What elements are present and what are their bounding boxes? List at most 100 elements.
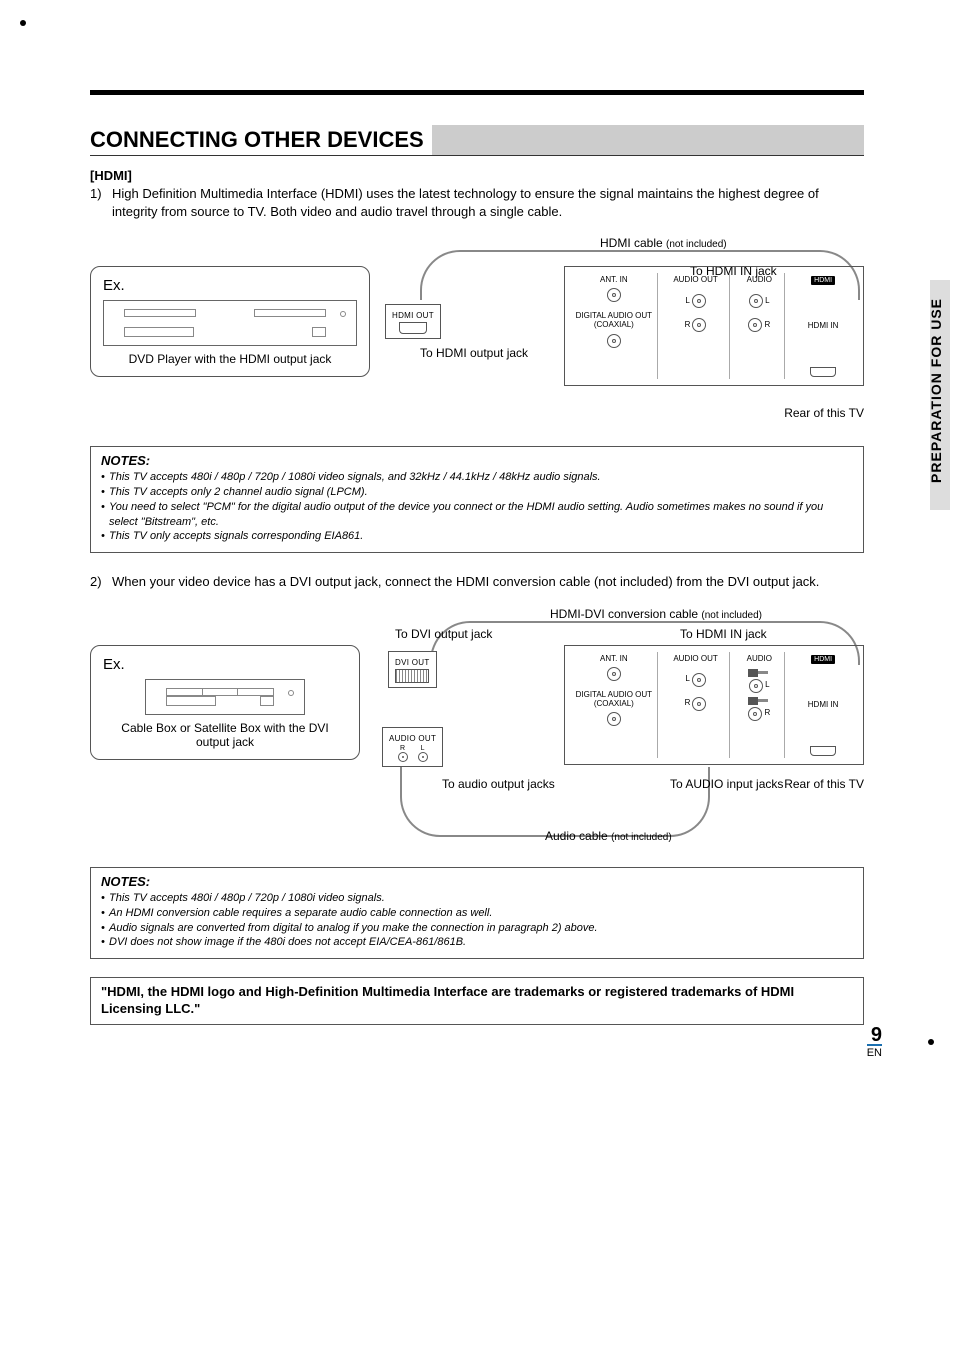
diagram-dvi: HDMI-DVI conversion cable (not included)… xyxy=(90,607,864,857)
audio-in-r-icon xyxy=(748,318,762,332)
to-hdmi-out-label: To HDMI output jack xyxy=(420,346,528,360)
dvi-out-port-label: DVI OUT xyxy=(395,658,430,667)
notes-heading-1: NOTES: xyxy=(101,453,853,468)
hdmi-cable-not-included: (not included) xyxy=(666,239,727,250)
audio-in-r-lbl: R xyxy=(764,320,770,329)
diagram-hdmi: HDMI cable (not included) To HDMI IN jac… xyxy=(90,236,864,436)
audio-out-label: AUDIO OUT xyxy=(673,275,717,284)
para1-text: High Definition Multimedia Interface (HD… xyxy=(112,185,864,220)
conv-cable-text: HDMI-DVI conversion cable xyxy=(550,607,698,621)
digital-audio-out-label: DIGITAL AUDIO OUT (COAXIAL) xyxy=(575,312,653,330)
cable-box-caption: Cable Box or Satellite Box with the DVI … xyxy=(103,721,347,749)
hdmi-heading: [HDMI] xyxy=(90,168,864,183)
side-tab: PREPARATION FOR USE xyxy=(926,290,946,491)
note-item: This TV accepts 480i / 480p / 720p / 108… xyxy=(101,891,853,906)
hdmi-out-port-icon xyxy=(399,322,427,334)
to-hdmi-in-label-2: To HDMI IN jack xyxy=(680,627,767,641)
conv-cable-label: HDMI-DVI conversion cable (not included) xyxy=(550,607,762,621)
ant-in-label: ANT. IN xyxy=(600,275,628,284)
audio-cable-text: Audio cable xyxy=(545,829,608,843)
crop-mark-tl xyxy=(20,20,26,26)
note-item: This TV accepts 480i / 480p / 720p / 108… xyxy=(101,470,853,485)
para2-text: When your video device has a DVI output … xyxy=(112,573,864,591)
audio-out-label-2: AUDIO OUT xyxy=(673,654,717,663)
hdmi-badge: HDMI xyxy=(811,276,835,285)
notes-box-2: NOTES: This TV accepts 480i / 480p / 720… xyxy=(90,867,864,959)
note-item: Audio signals are converted from digital… xyxy=(101,921,853,936)
section-title: CONNECTING OTHER DEVICES xyxy=(90,125,432,155)
ai-l-icon2 xyxy=(749,679,763,693)
audio-out-r-icon xyxy=(692,318,706,332)
to-audio-in-label: To AUDIO input jacks xyxy=(670,777,783,791)
audio-l-icon xyxy=(418,752,428,762)
ex-label-2: Ex. xyxy=(103,656,347,673)
dvd-player-box: Ex. DVD Player with the HDMI output jack xyxy=(90,266,370,377)
dvi-out-port-icon xyxy=(395,669,429,683)
section-title-bar: CONNECTING OTHER DEVICES xyxy=(90,125,864,156)
audio-out-l-icon xyxy=(692,294,706,308)
audio-in-l-icon xyxy=(749,294,763,308)
audio-plug-r-icon xyxy=(748,697,770,705)
conv-cable-not-included: (not included) xyxy=(701,610,762,621)
audio-out-l-lbl: L xyxy=(685,296,689,305)
rear-label-1: Rear of this TV xyxy=(784,406,864,420)
audio-cable-curve xyxy=(400,767,710,837)
note-item: An HDMI conversion cable requires a sepa… xyxy=(101,906,853,921)
note-item: This TV only accepts signals correspondi… xyxy=(101,529,853,544)
ai-l2: L xyxy=(765,680,769,689)
hdmi-cable-text: HDMI cable xyxy=(600,236,663,250)
audio-label: AUDIO xyxy=(747,275,772,284)
audio-plug-l-icon xyxy=(748,669,770,677)
audio-r-icon xyxy=(398,752,408,762)
ao-r2: R xyxy=(685,698,691,707)
hdmi-in-label-2: HDMI IN xyxy=(808,700,839,709)
to-dvi-out-label: To DVI output jack xyxy=(395,627,492,641)
hdmi-badge-2: HDMI xyxy=(811,655,835,664)
paragraph-1: 1) High Definition Multimedia Interface … xyxy=(90,185,864,220)
note-item: You need to select "PCM" for the digital… xyxy=(101,500,853,530)
audio-out-r-lbl: R xyxy=(685,320,691,329)
section-title-fill xyxy=(432,125,864,155)
audio-out-port-box: AUDIO OUT R L xyxy=(382,727,443,767)
notes-list-2: This TV accepts 480i / 480p / 720p / 108… xyxy=(101,891,853,950)
tv-rear-panel-1: ANT. IN DIGITAL AUDIO OUT (COAXIAL) AUDI… xyxy=(564,266,864,386)
ai-r2: R xyxy=(764,708,770,717)
audio-label-2: AUDIO xyxy=(747,654,772,663)
audio-in-l-lbl: L xyxy=(765,296,769,305)
hdmi-cable-label: HDMI cable (not included) xyxy=(600,236,727,250)
crop-mark-br xyxy=(928,1039,934,1045)
dvd-caption: DVD Player with the HDMI output jack xyxy=(103,352,357,366)
ao-l-icon2 xyxy=(692,673,706,687)
cable-box-wrap: Ex. Cable Box or Satellite Box with the … xyxy=(90,645,360,760)
lang-label: EN xyxy=(867,1044,882,1059)
ao-l2: L xyxy=(685,674,689,683)
ai-r-icon2 xyxy=(748,707,762,721)
notes-list-1: This TV accepts 480i / 480p / 720p / 108… xyxy=(101,470,853,544)
dvi-out-port-box: DVI OUT xyxy=(388,651,437,688)
hdmi-in-port-icon xyxy=(810,367,836,377)
dvd-player-icon xyxy=(103,300,357,346)
digital-audio-out-label-2: DIGITAL AUDIO OUT (COAXIAL) xyxy=(575,691,653,709)
cable-box-icon xyxy=(145,679,305,715)
audio-l-lbl: L xyxy=(418,745,428,752)
note-item: DVI does not show image if the 480i does… xyxy=(101,935,853,950)
digital-audio-icon xyxy=(607,334,621,348)
top-rule xyxy=(90,90,864,95)
ao-r-icon2 xyxy=(692,697,706,711)
hdmi-out-port-box: HDMI OUT xyxy=(385,304,441,339)
audio-cable-label: Audio cable (not included) xyxy=(545,829,672,843)
para1-num: 1) xyxy=(90,185,108,220)
audio-r-lbl: R xyxy=(398,745,408,752)
para2-num: 2) xyxy=(90,573,108,591)
note-item: This TV accepts only 2 channel audio sig… xyxy=(101,485,853,500)
ex-label-1: Ex. xyxy=(103,277,357,294)
paragraph-2: 2) When your video device has a DVI outp… xyxy=(90,573,864,591)
digital-audio-icon-2 xyxy=(607,712,621,726)
notes-box-1: NOTES: This TV accepts 480i / 480p / 720… xyxy=(90,446,864,553)
notes-heading-2: NOTES: xyxy=(101,874,853,889)
tv-rear-panel-2: ANT. IN DIGITAL AUDIO OUT (COAXIAL) AUDI… xyxy=(564,645,864,765)
hdmi-out-port-label: HDMI OUT xyxy=(392,311,434,320)
hdmi-in-label: HDMI IN xyxy=(808,321,839,330)
ant-in-icon xyxy=(607,288,621,302)
ant-in-label-2: ANT. IN xyxy=(600,654,628,663)
